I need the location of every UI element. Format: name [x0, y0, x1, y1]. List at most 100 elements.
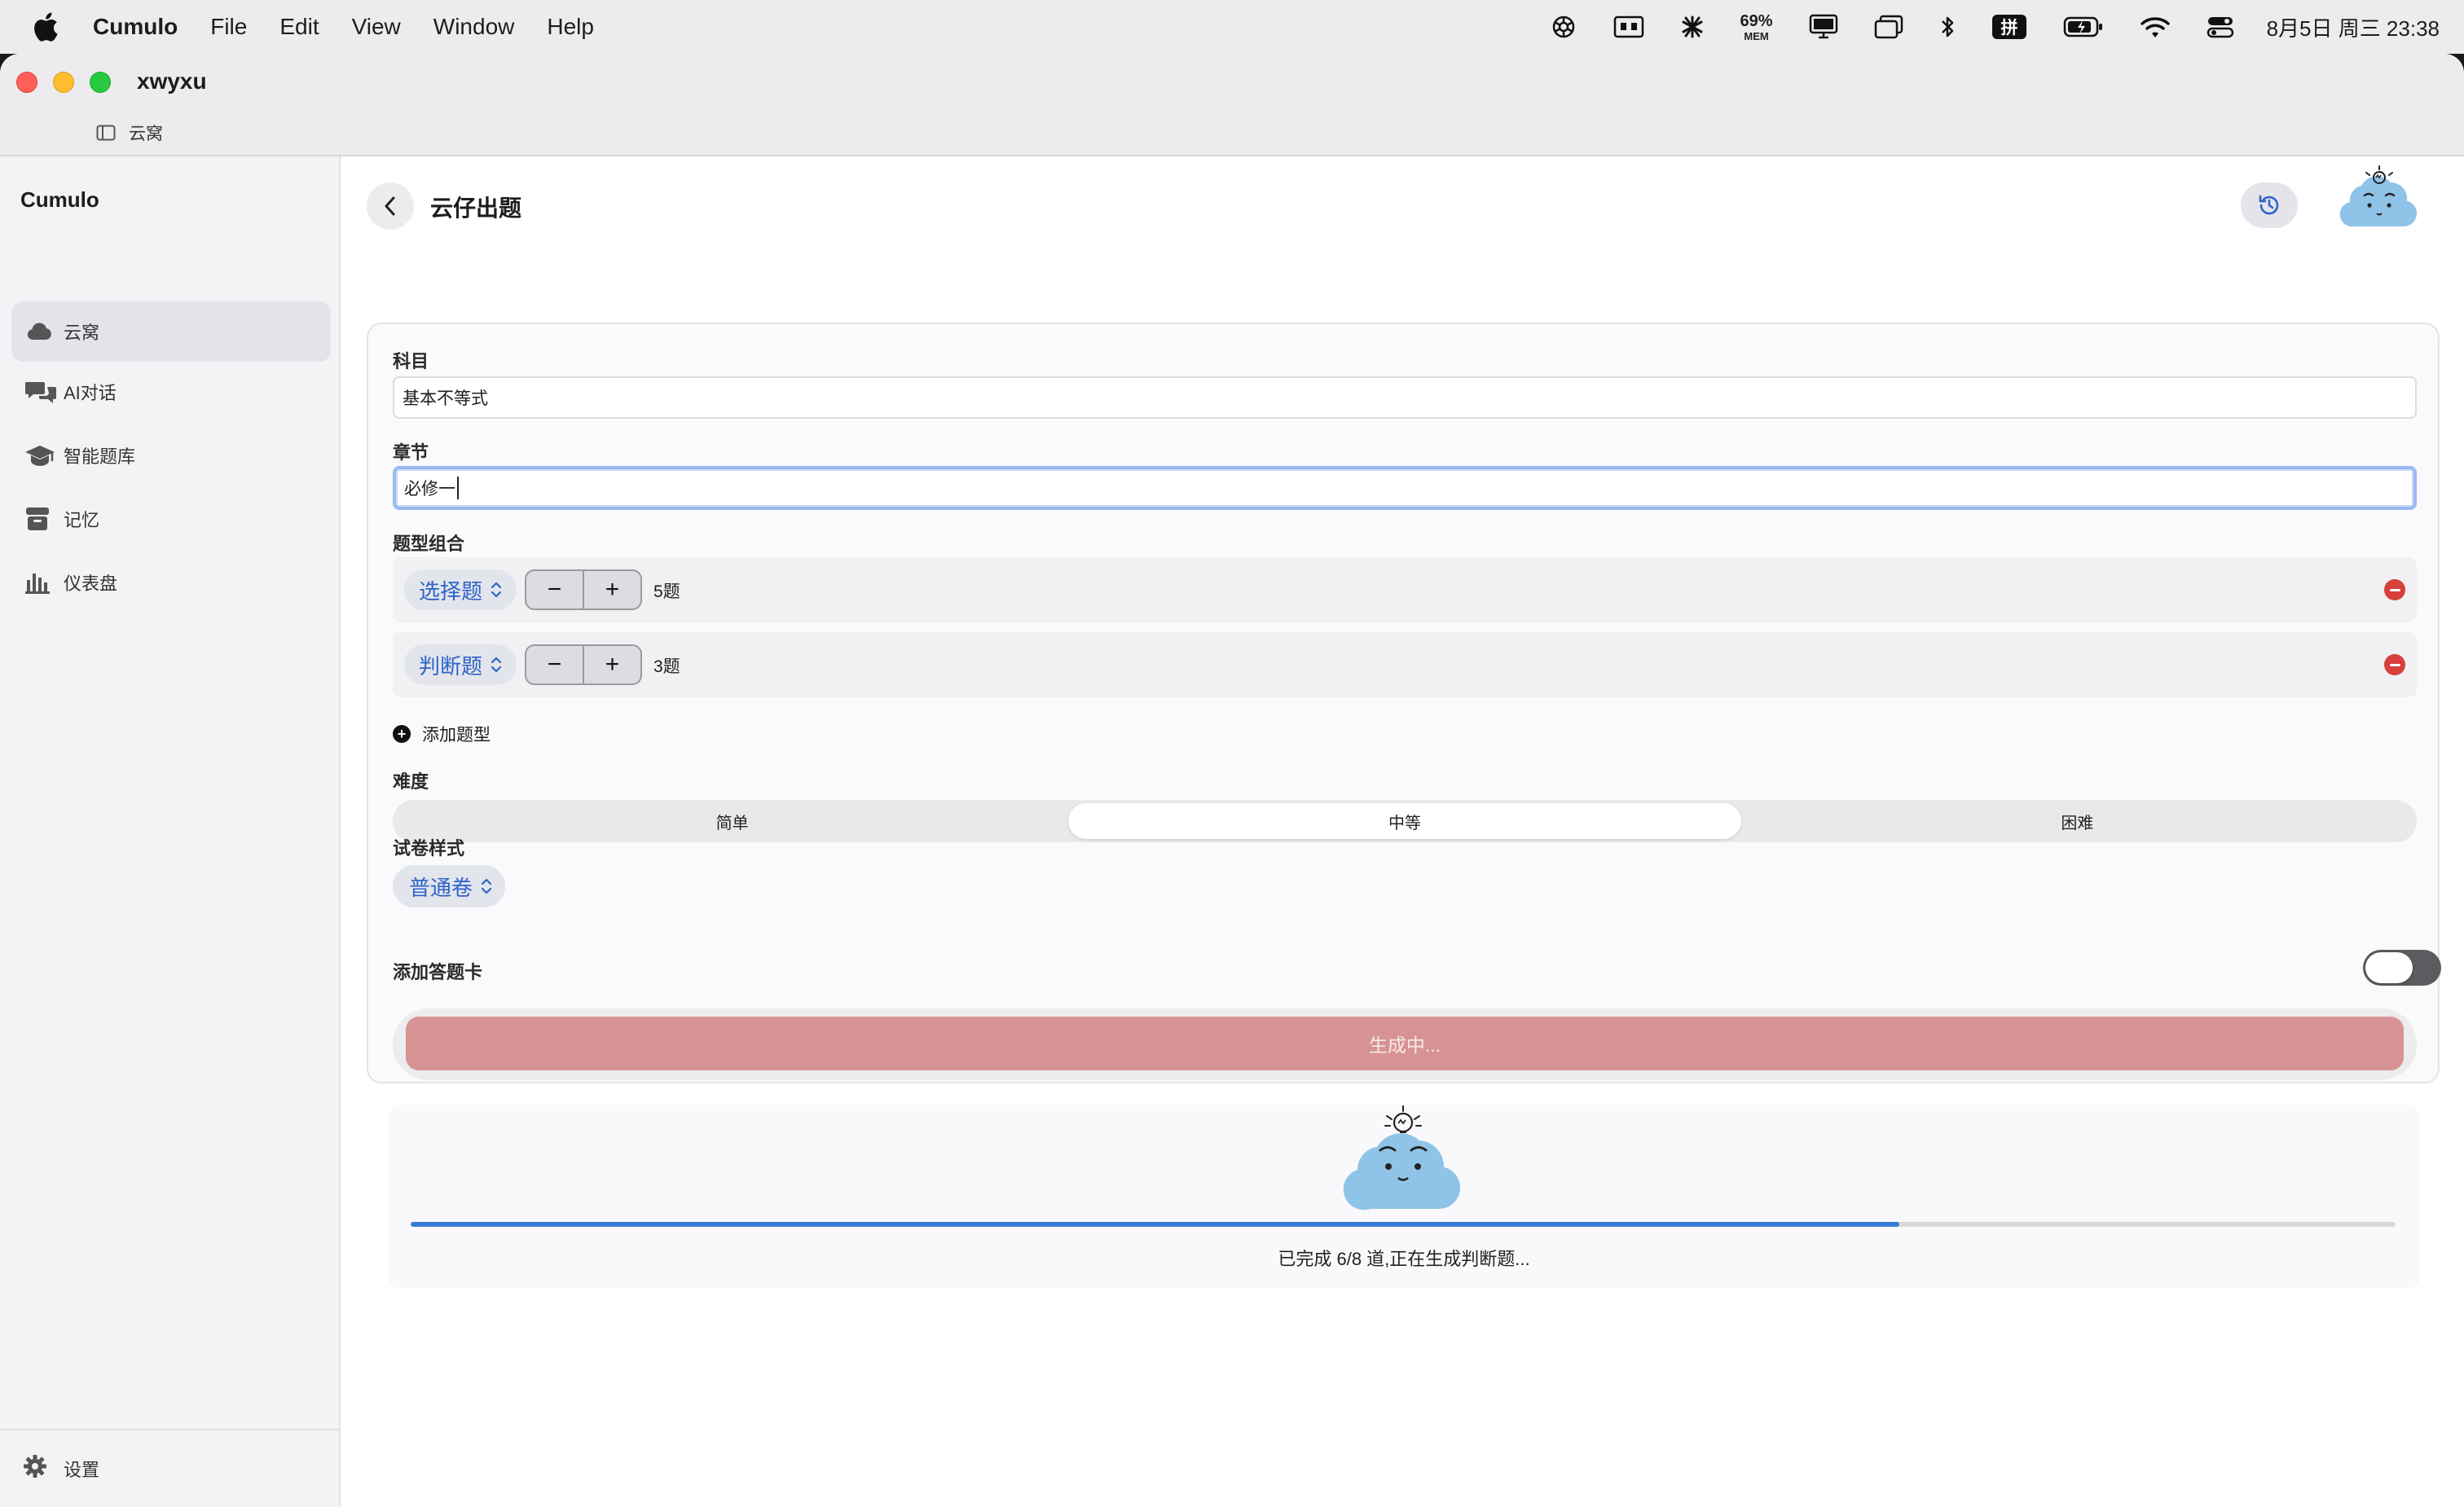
window-title: xwyxu [137, 68, 207, 94]
decrement-button[interactable]: − [526, 646, 584, 683]
clock[interactable]: 8月5日 周三 23:38 [2267, 12, 2440, 42]
increment-button[interactable]: + [584, 646, 640, 683]
sidebar-brand: Cumulo [20, 187, 99, 212]
toggle-knob [2365, 952, 2413, 983]
chat-bubbles-icon [24, 379, 64, 405]
subject-input[interactable]: 基本不等式 [393, 376, 2417, 419]
menu-window[interactable]: Window [433, 14, 515, 40]
answer-card-label: 添加答题卡 [393, 962, 483, 982]
input-method-icon[interactable]: 拼 [1991, 14, 2027, 40]
openai-icon[interactable] [1550, 13, 1577, 41]
cloud-icon [24, 322, 64, 341]
menu-file[interactable]: File [210, 14, 247, 40]
progress-bar [411, 1222, 2396, 1227]
archive-box-icon [24, 506, 64, 532]
settings-label: 设置 [64, 1460, 100, 1480]
sidebar-item-label: 智能题库 [64, 446, 136, 467]
add-question-type-label: 添加题型 [422, 726, 491, 745]
paper-style-label: 试卷样式 [393, 838, 465, 859]
graduation-cap-icon [24, 443, 64, 468]
progress-status-text: 已完成 6/8 道,正在生成判断题... [1278, 1249, 1530, 1269]
gear-icon [23, 1454, 64, 1483]
answer-card-toggle[interactable] [2363, 950, 2441, 986]
difficulty-segmented-control: 简单 中等 困难 [393, 800, 2417, 842]
status-area: 69% MEM 拼 8月5日 周三 23:38 [1514, 0, 2440, 54]
question-type-select[interactable]: 选择题 [404, 569, 517, 610]
mascot-avatar[interactable] [2339, 161, 2420, 233]
difficulty-option-medium[interactable]: 中等 [1068, 803, 1741, 839]
close-window-button[interactable] [16, 72, 37, 93]
question-types-label: 题型组合 [393, 534, 465, 554]
remove-question-type-button[interactable] [2384, 654, 2405, 675]
sidebar-item-label: AI对话 [64, 383, 117, 403]
sidebar: Cumulo 云窝 AI对话 智能题库 记忆 仪表盘 设置 [0, 156, 341, 1507]
stage-manager-icon[interactable] [1874, 15, 1903, 39]
paper-style-select[interactable]: 普通卷 [393, 865, 506, 907]
generate-button-container: 生成中... [393, 1008, 2417, 1080]
menu-bar: Cumulo File Edit View Window Help 69% ME… [0, 0, 2464, 54]
chapter-input[interactable]: 必修一 [393, 466, 2417, 510]
sidebar-item-ai-chat[interactable]: AI对话 [11, 362, 331, 422]
history-clock-icon [2259, 195, 2279, 215]
apple-logo-icon[interactable] [33, 12, 59, 42]
remove-question-type-button[interactable] [2384, 579, 2405, 600]
bluetooth-icon[interactable] [1939, 14, 1956, 40]
sidebar-item-label: 仪表盘 [64, 573, 118, 594]
chevron-left-icon [385, 196, 395, 216]
menu-edit[interactable]: Edit [279, 14, 319, 40]
increment-button[interactable]: + [584, 571, 640, 609]
history-button[interactable] [2241, 182, 2298, 228]
minimize-window-button[interactable] [53, 72, 74, 93]
sidebar-item-memory[interactable]: 记忆 [11, 489, 331, 549]
memory-usage[interactable]: 69% MEM [1740, 13, 1773, 42]
add-question-type-button[interactable]: + 添加题型 [393, 722, 491, 746]
svg-text:拼: 拼 [2000, 18, 2017, 37]
quiz-config-card: 科目 基本不等式 章节 必修一 题型组合 选择题 − + 5题 判断题 − + … [367, 323, 2441, 1083]
text-caret [457, 477, 459, 499]
menu-help[interactable]: Help [547, 14, 594, 40]
chevron-up-down-icon [491, 657, 502, 673]
sidebar-item-cloud-nest[interactable]: 云窝 [11, 301, 331, 362]
question-type-select[interactable]: 判断题 [404, 644, 517, 685]
progress-bar-fill [411, 1222, 1899, 1227]
menu-view[interactable]: View [352, 14, 401, 40]
battery-icon[interactable] [2063, 15, 2104, 38]
sidebar-item-label: 记忆 [64, 510, 100, 530]
chevron-up-down-icon [481, 878, 492, 894]
chapter-label: 章节 [393, 442, 429, 463]
control-center-icon[interactable] [2207, 15, 2234, 39]
decrement-button[interactable]: − [526, 571, 584, 609]
bar-chart-icon [24, 570, 64, 595]
thinking-cloud-mascot [1343, 1105, 1461, 1210]
screen-capture-icon[interactable] [1613, 15, 1644, 39]
back-button[interactable] [367, 182, 414, 230]
display-icon[interactable] [1809, 14, 1838, 40]
difficulty-option-hard[interactable]: 困难 [1741, 803, 2413, 839]
sidebar-toggle-icon[interactable] [96, 125, 116, 141]
title-bar: xwyxu 云窝 [0, 54, 2464, 156]
page-title: 云仔出题 [430, 196, 522, 221]
chevron-up-down-icon [491, 582, 502, 598]
menu-app-name[interactable]: Cumulo [93, 14, 178, 40]
quantity-stepper: − + [525, 569, 642, 610]
generate-button[interactable]: 生成中... [406, 1017, 2404, 1070]
zoom-window-button[interactable] [90, 72, 111, 93]
question-type-row: 选择题 − + 5题 [393, 557, 2417, 622]
main-content: 云仔出题 科目 基本不等式 章节 必修一 题型组合 选择题 − + 5题 判断题… [342, 156, 2464, 1507]
difficulty-option-easy[interactable]: 简单 [396, 803, 1068, 839]
sidebar-item-dashboard[interactable]: 仪表盘 [11, 552, 331, 613]
settings-button[interactable]: 设置 [0, 1429, 341, 1507]
generation-progress-panel: 已完成 6/8 道,正在生成判断题... [388, 1105, 2420, 1289]
question-count: 3题 [653, 657, 680, 676]
difficulty-label: 难度 [393, 771, 429, 792]
asterisk-app-icon[interactable] [1680, 15, 1705, 39]
wifi-icon[interactable] [2140, 15, 2171, 39]
chapter-value: 必修一 [404, 480, 455, 499]
app-window: xwyxu 云窝 Cumulo 云窝 AI对话 智能题库 记忆 仪表盘 设置 云… [0, 54, 2464, 1507]
question-count: 5题 [653, 582, 680, 601]
subject-label: 科目 [393, 351, 429, 371]
plus-circle-icon: + [393, 725, 411, 743]
question-type-row: 判断题 − + 3题 [393, 632, 2417, 697]
subject-value: 基本不等式 [403, 389, 488, 408]
sidebar-item-question-bank[interactable]: 智能题库 [11, 425, 331, 485]
